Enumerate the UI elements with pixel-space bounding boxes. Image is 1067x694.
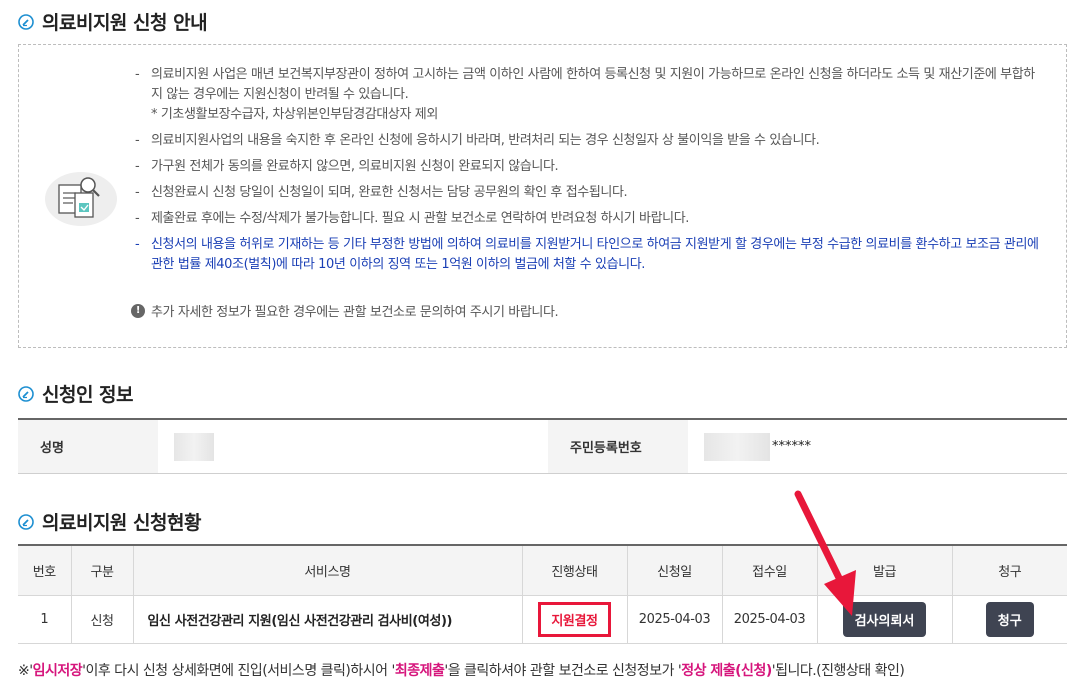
notice-box: - 의료비지원 사업은 매년 보건복지부장관이 정하여 고시하는 금액 이하인 사… xyxy=(18,44,1067,348)
service-name-link[interactable]: 임신 사전건강관리 지원(임신 사전건강관리 검사비(여성)) xyxy=(133,595,523,644)
table-header-row: 번호 구분 서비스명 진행상태 신청일 접수일 발급 청구 xyxy=(18,545,1067,596)
footnote: ※'임시저장'이후 다시 신청 상세화면에 진입(서비스명 클릭)하시어 '최종… xyxy=(18,663,905,679)
status-title-text: 의료비지원 신청현황 xyxy=(42,512,201,534)
cell-received: 2025-04-03 xyxy=(722,595,818,644)
cell-no: 1 xyxy=(18,595,72,644)
footnote-highlight: 임시저장 xyxy=(32,663,83,679)
col-type: 구분 xyxy=(71,545,134,596)
cell-applied: 2025-04-03 xyxy=(627,595,723,644)
col-no: 번호 xyxy=(18,545,72,596)
footnote-highlight: 정상 제출(신청) xyxy=(681,663,772,679)
status-badge: 지원결정 xyxy=(538,601,611,637)
notice-item-warning: - 신청서의 내용을 허위로 기재하는 등 기타 부정한 방법에 의하여 의료비를… xyxy=(135,237,1039,272)
col-applied: 신청일 xyxy=(627,545,723,596)
rrn-label: 주민등록번호 xyxy=(548,420,688,473)
notice-section-title: 의료비지원 신청 안내 xyxy=(18,8,208,35)
cell-claim: 청구 xyxy=(952,595,1067,644)
col-received: 접수일 xyxy=(722,545,818,596)
notice-item: - 가구원 전체가 동의를 완료하지 않으면, 의료비지원 신청이 완료되지 않습… xyxy=(135,159,559,174)
notice-item: - 의료비지원사업의 내용을 숙지한 후 온라인 신청에 응하시기 바라며, 반려… xyxy=(135,133,820,148)
applicant-info-table: 성명 주민등록번호 ****** xyxy=(18,418,1067,474)
test-request-button[interactable]: 검사의뢰서 xyxy=(842,601,927,637)
col-service: 서비스명 xyxy=(133,545,523,596)
cell-state: 지원결정 xyxy=(522,595,628,644)
name-redacted xyxy=(174,432,214,461)
rrn-value: ****** xyxy=(688,420,1067,473)
cell-type: 신청 xyxy=(71,595,134,644)
col-issue: 발급 xyxy=(817,545,953,596)
col-state: 진행상태 xyxy=(522,545,628,596)
table-row: 1 신청 임신 사전건강관리 지원(임신 사전건강관리 검사비(여성)) 지원결… xyxy=(18,595,1067,644)
name-value xyxy=(158,420,548,473)
pencil-circle-icon xyxy=(18,13,34,30)
applicant-title-text: 신청인 정보 xyxy=(42,384,134,406)
footnote-highlight: 최종제출 xyxy=(394,663,445,679)
name-label: 성명 xyxy=(18,420,158,473)
col-claim: 청구 xyxy=(952,545,1067,596)
applicant-section-title: 신청인 정보 xyxy=(18,380,134,407)
info-icon: ! xyxy=(131,303,145,318)
claim-button[interactable]: 청구 xyxy=(985,601,1034,637)
notice-item: - 신청완료시 신청 당일이 신청일이 되며, 완료한 신청서는 담당 공무원의 … xyxy=(135,185,628,200)
rrn-mask: ****** xyxy=(772,439,811,454)
pencil-circle-icon xyxy=(18,385,34,402)
cell-issue: 검사의뢰서 xyxy=(817,595,953,644)
document-search-icon xyxy=(45,172,117,226)
notice-title-text: 의료비지원 신청 안내 xyxy=(42,12,208,34)
status-table: 번호 구분 서비스명 진행상태 신청일 접수일 발급 청구 1 신청 임신 사전… xyxy=(18,544,1067,644)
rrn-redacted xyxy=(704,432,770,461)
notice-item-sub: * 기초생활보장수급자, 차상위본인부담경감대상자 제외 xyxy=(151,107,438,122)
notice-item: - 의료비지원 사업은 매년 보건복지부장관이 정하여 고시하는 금액 이하인 사… xyxy=(135,65,1045,125)
pencil-circle-icon xyxy=(18,513,34,530)
notice-info-text: 추가 자세한 정보가 필요한 경우에는 관할 보건소로 문의하여 주시기 바랍니… xyxy=(151,305,559,320)
notice-item: - 제출완료 후에는 수정/삭제가 불가능합니다. 필요 시 관할 보건소로 연락… xyxy=(135,211,690,226)
notice-info: ! 추가 자세한 정보가 필요한 경우에는 관할 보건소로 문의하여 주시기 바… xyxy=(131,301,559,320)
status-section-title: 의료비지원 신청현황 xyxy=(18,508,201,535)
notice-list: - 의료비지원 사업은 매년 보건복지부장관이 정하여 고시하는 금액 이하인 사… xyxy=(135,65,1045,281)
